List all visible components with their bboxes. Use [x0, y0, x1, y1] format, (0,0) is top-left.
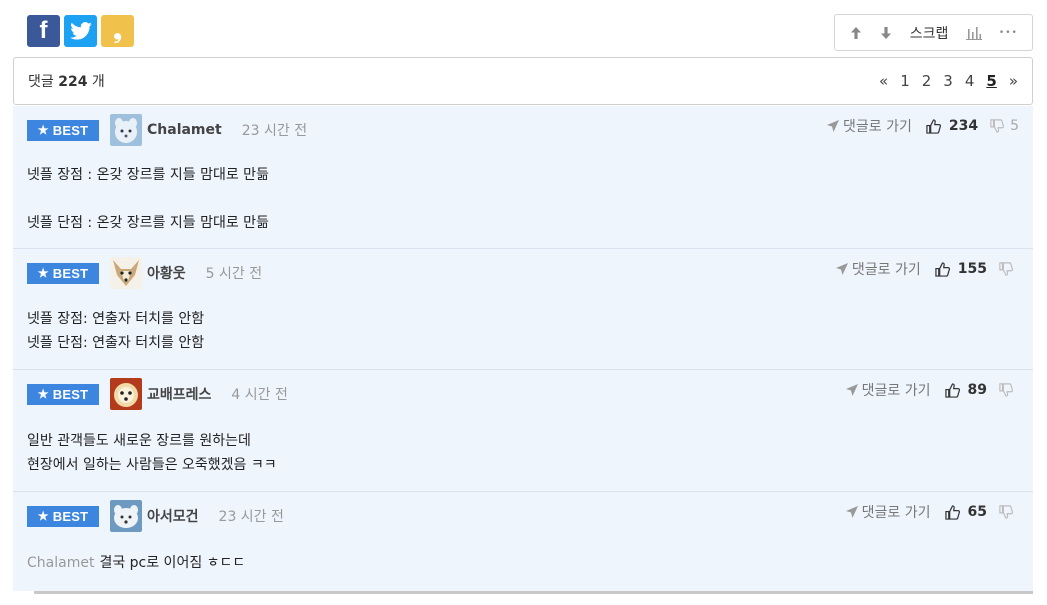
- like-button[interactable]: 234: [926, 118, 978, 134]
- comment-item: ★ BEST Chalamet 23 시간 전 댓글로 가기 234 5 넷플 …: [13, 106, 1033, 249]
- goto-comment-link[interactable]: 댓글로 가기: [845, 502, 931, 522]
- star-icon: ★: [37, 266, 49, 280]
- avatar[interactable]: [110, 114, 142, 146]
- like-count: 65: [967, 504, 987, 520]
- more-dots-icon: •••: [998, 27, 1018, 38]
- twitter-share-button[interactable]: [64, 15, 97, 47]
- comment-author[interactable]: 교배프레스: [147, 384, 211, 404]
- best-badge: ★ BEST: [27, 262, 99, 284]
- thumbs-up-icon: [926, 118, 941, 134]
- like-button[interactable]: 89: [944, 382, 987, 398]
- arrow-up-icon: [851, 26, 862, 39]
- upvote-button[interactable]: [849, 15, 863, 50]
- comment-item: ★ BEST 아서모건 23 시간 전 댓글로 가기 65 Chalamet 결…: [13, 492, 1033, 591]
- comment-header-row: ★ BEST 교배프레스 4 시간 전: [27, 378, 288, 410]
- comment-body: 넷플 장점 : 온갖 장르를 지들 맘대로 만듦 넷플 단점 : 온갖 장르를 …: [27, 167, 269, 231]
- like-count: 89: [967, 382, 987, 398]
- kakao-icon: ❟: [113, 18, 122, 43]
- comment-count-number: 224: [58, 74, 88, 90]
- like-button[interactable]: 155: [935, 261, 987, 277]
- scrap-button[interactable]: 스크랩: [910, 15, 949, 50]
- dislike-count: 5: [1010, 118, 1019, 134]
- send-arrow-icon: [845, 506, 858, 518]
- bar-chart-icon: [965, 26, 982, 40]
- like-count: 155: [957, 261, 987, 277]
- star-icon: ★: [37, 509, 49, 523]
- comment-count: 댓글 224 개: [28, 74, 105, 90]
- dislike-button[interactable]: [999, 383, 1019, 397]
- post-toolbar: 스크랩 •••: [834, 14, 1033, 51]
- pager-page-1[interactable]: 1: [900, 72, 910, 90]
- avatar[interactable]: [110, 378, 142, 410]
- comment-actions: 댓글로 가기 155: [835, 259, 1019, 279]
- comment-body: 넷플 장점: 연출자 터치를 안함 넷플 단점: 연출자 터치를 안함: [27, 311, 205, 351]
- avatar[interactable]: [110, 257, 142, 289]
- comment-header-row: ★ BEST 아서모건 23 시간 전: [27, 500, 284, 532]
- facebook-icon: f: [39, 17, 48, 44]
- dislike-button[interactable]: [999, 505, 1019, 519]
- goto-comment-link[interactable]: 댓글로 가기: [835, 259, 921, 279]
- comment-time: 5 시간 전: [205, 266, 263, 282]
- comment-header: 댓글 224 개 « 1 2 3 4 5 »: [13, 57, 1033, 105]
- comment-item: ★ BEST 교배프레스 4 시간 전 댓글로 가기 89 일반 관객들도 새로…: [13, 370, 1033, 492]
- comment-author[interactable]: Chalamet: [147, 122, 222, 138]
- goto-comment-link[interactable]: 댓글로 가기: [845, 380, 931, 400]
- more-button[interactable]: •••: [999, 15, 1018, 50]
- kakao-share-button[interactable]: ❟: [101, 15, 134, 47]
- star-icon: ★: [37, 387, 49, 401]
- dislike-button[interactable]: 5: [990, 118, 1019, 134]
- downvote-button[interactable]: [879, 15, 893, 50]
- comment-actions: 댓글로 가기 65: [845, 502, 1019, 522]
- twitter-icon: [69, 22, 92, 40]
- thumbs-down-icon: [999, 262, 1013, 276]
- comment-actions: 댓글로 가기 89: [845, 380, 1019, 400]
- thumbs-up-icon: [944, 504, 960, 520]
- comment-pagination: « 1 2 3 4 5 »: [879, 72, 1018, 90]
- divider: [34, 591, 1033, 594]
- thumbs-down-icon: [999, 383, 1013, 397]
- stats-button[interactable]: [965, 15, 983, 50]
- facebook-share-button[interactable]: f: [27, 15, 60, 47]
- comment-body: 일반 관객들도 새로운 장르를 원하는데 현장에서 일하는 사람들은 오죽했겠음…: [27, 433, 277, 473]
- thumbs-up-icon: [935, 261, 950, 277]
- thumbs-down-icon: [990, 119, 1005, 133]
- like-count: 234: [948, 118, 979, 134]
- comment-author[interactable]: 아서모건: [147, 506, 199, 526]
- comment-header-row: ★ BEST Chalamet 23 시간 전: [27, 114, 307, 146]
- best-badge: ★ BEST: [27, 119, 99, 141]
- avatar[interactable]: [110, 500, 142, 532]
- comment-header-row: ★ BEST 아황웃 5 시간 전: [27, 257, 262, 289]
- comment-author[interactable]: 아황웃: [147, 263, 186, 283]
- thumbs-down-icon: [999, 505, 1013, 519]
- comment-time: 4 시간 전: [231, 387, 288, 403]
- pager-prev[interactable]: «: [879, 72, 888, 90]
- comment-actions: 댓글로 가기 234 5: [826, 116, 1019, 136]
- pager-page-2[interactable]: 2: [922, 72, 932, 90]
- pager-next[interactable]: »: [1009, 72, 1018, 90]
- comment-item: ★ BEST 아황웃 5 시간 전 댓글로 가기 155 넷플 장점: 연출자 …: [13, 249, 1033, 370]
- scrap-label: 스크랩: [909, 25, 949, 42]
- share-bar: f ❟: [27, 15, 134, 47]
- comment-time: 23 시간 전: [218, 509, 284, 525]
- best-badge: ★ BEST: [27, 383, 99, 405]
- arrow-down-icon: [881, 26, 892, 39]
- send-arrow-icon: [835, 263, 848, 275]
- goto-comment-link[interactable]: 댓글로 가기: [826, 116, 912, 136]
- pager-page-4[interactable]: 4: [965, 72, 975, 90]
- star-icon: ★: [37, 123, 49, 137]
- reply-mention[interactable]: Chalamet: [27, 555, 94, 571]
- pager-page-3[interactable]: 3: [943, 72, 953, 90]
- dislike-button[interactable]: [999, 262, 1019, 276]
- comment-time: 23 시간 전: [241, 123, 308, 139]
- best-badge: ★ BEST: [27, 505, 99, 527]
- thumbs-up-icon: [944, 382, 960, 398]
- like-button[interactable]: 65: [944, 504, 987, 520]
- comment-body: Chalamet 결국 pc로 이어짐 ㅎㄷㄷ: [27, 555, 246, 571]
- send-arrow-icon: [826, 120, 839, 132]
- pager-page-current[interactable]: 5: [986, 72, 996, 90]
- send-arrow-icon: [845, 384, 858, 396]
